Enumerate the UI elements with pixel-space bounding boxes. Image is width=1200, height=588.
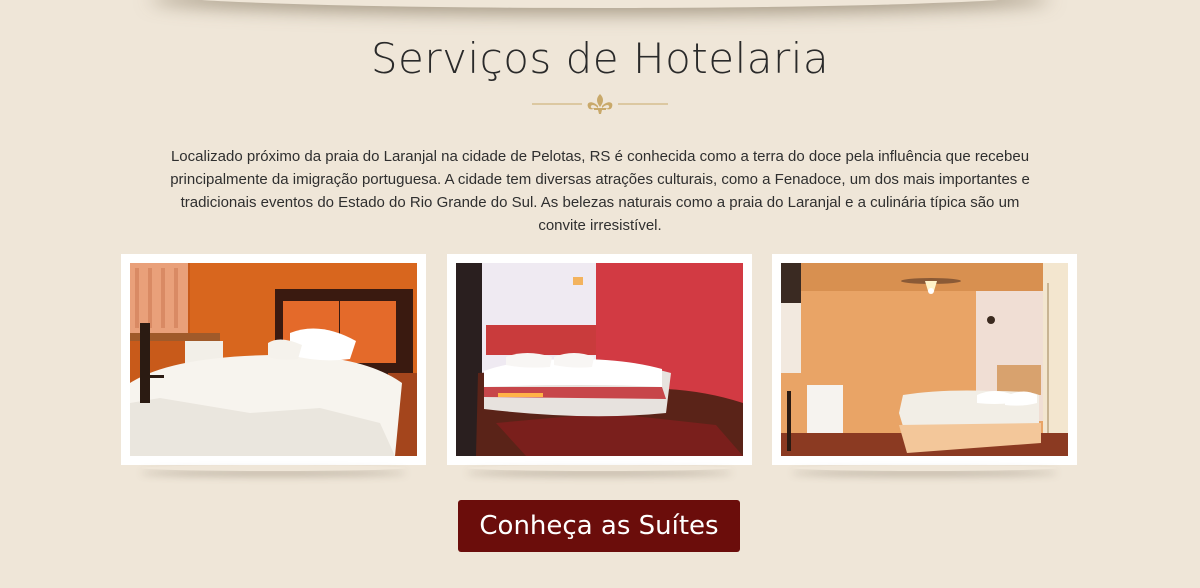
gallery-frame-2[interactable]	[447, 254, 752, 465]
suite-photo-orange-bedroom	[130, 263, 417, 456]
suite-photo-red-bedroom	[456, 263, 743, 456]
conheca-suites-button[interactable]: Conheça as Suítes	[458, 500, 740, 552]
section-title: Serviços de Hotelaria	[370, 34, 830, 83]
gallery-frame-1[interactable]	[121, 254, 426, 465]
gallery-frame-3[interactable]	[772, 254, 1077, 465]
suites-gallery	[121, 254, 1081, 468]
top-decorative-shadow	[150, 0, 1050, 8]
suite-photo-peach-bedroom	[781, 263, 1068, 456]
fleur-de-lis-icon	[532, 94, 668, 114]
intro-paragraph: Localizado próximo da praia do Laranjal …	[170, 148, 1030, 234]
